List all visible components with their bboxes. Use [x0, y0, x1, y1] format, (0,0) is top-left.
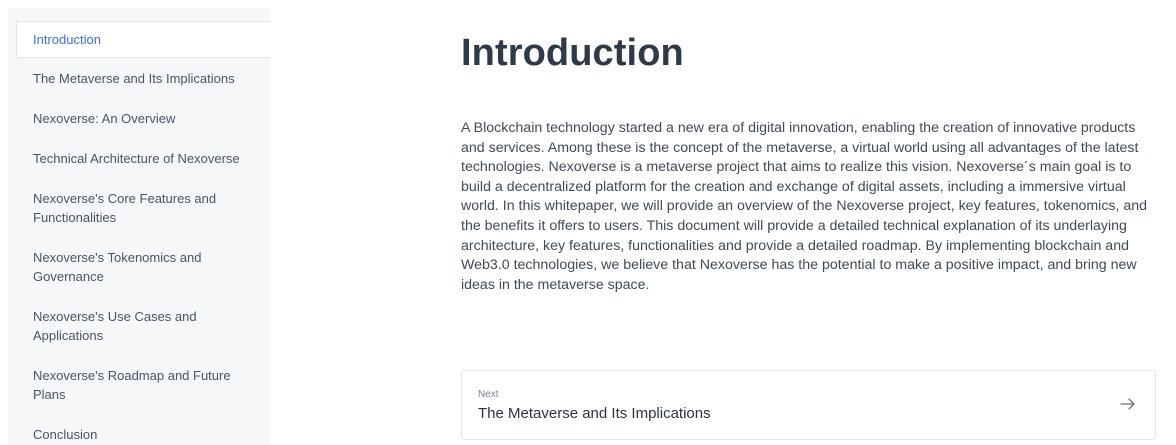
sidebar: Introduction The Metaverse and Its Impli… [8, 8, 271, 445]
page-title: Introduction [461, 32, 684, 74]
sidebar-item-metaverse-implications[interactable]: The Metaverse and Its Implications [16, 58, 271, 98]
next-page-title: The Metaverse and Its Implications [478, 405, 711, 422]
sidebar-item-introduction[interactable]: Introduction [16, 21, 271, 58]
next-page-link[interactable]: Next The Metaverse and Its Implications [461, 370, 1156, 440]
next-label: Next [478, 389, 499, 400]
sidebar-item-roadmap[interactable]: Nexoverse's Roadmap and Future Plans [16, 355, 271, 414]
sidebar-item-nexoverse-overview[interactable]: Nexoverse: An Overview [16, 98, 271, 138]
page: Introduction The Metaverse and Its Impli… [0, 0, 1176, 445]
intro-paragraph: A Blockchain technology started a new er… [461, 120, 1148, 293]
arrow-right-icon [1120, 398, 1135, 410]
sidebar-nav: Introduction The Metaverse and Its Impli… [8, 8, 271, 445]
sidebar-item-core-features[interactable]: Nexoverse's Core Features and Functional… [16, 178, 271, 237]
main-content: Introduction A Blockchain technology sta… [461, 0, 1161, 440]
sidebar-item-conclusion[interactable]: Conclusion [16, 414, 271, 445]
sidebar-item-use-cases[interactable]: Nexoverse's Use Cases and Applications [16, 296, 271, 355]
sidebar-item-tokenomics[interactable]: Nexoverse's Tokenomics and Governance [16, 237, 271, 296]
sidebar-item-technical-architecture[interactable]: Technical Architecture of Nexoverse [16, 138, 271, 178]
